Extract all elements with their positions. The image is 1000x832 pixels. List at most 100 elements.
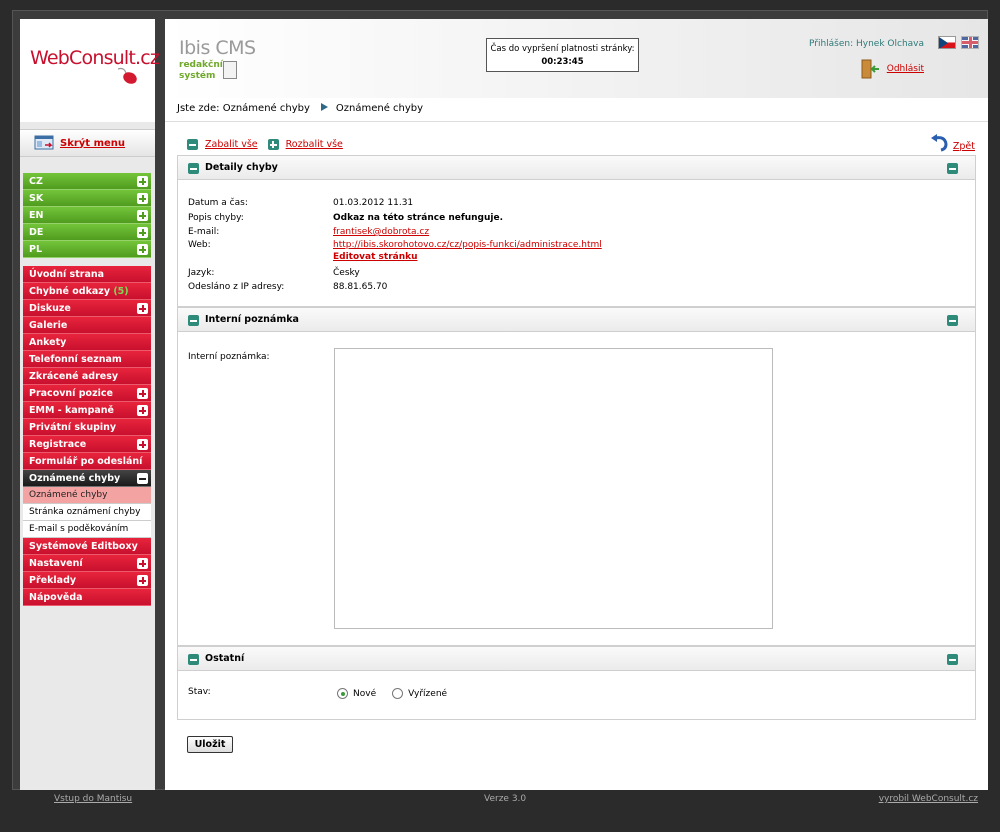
webconsult-logo[interactable]: WebConsult.cz [20,19,160,122]
menu-item-oznamene-chyby[interactable]: Oznámené chyby [23,470,151,487]
menu-item-ankety[interactable]: Ankety [23,334,151,351]
menu-item-preklady[interactable]: Překlady [23,572,151,589]
expand-all-icon[interactable] [267,139,279,150]
expand-all-link[interactable]: Rozbalit vše [286,139,343,150]
panel-note-header[interactable]: Interní poznámka [178,307,975,332]
detail-value: Odkaz na této stránce nefunguje. [333,212,504,223]
top-header: Ibis CMS redakční systém Čas do vypršení… [165,19,988,98]
expand-icon[interactable] [137,558,148,569]
menu-item-emm-kampane[interactable]: EMM - kampaně [23,402,151,419]
mantis-link[interactable]: Vstup do Mantisu [54,794,132,804]
hide-menu-link[interactable]: Skrýt menu [60,138,125,149]
radio-icon[interactable] [337,688,348,699]
radio-icon[interactable] [392,688,404,699]
lang-item-pl[interactable]: PL [23,241,151,258]
detail-value: Česky [333,267,360,278]
logo-web: Web [30,47,70,69]
czech-flag-icon[interactable] [938,36,956,49]
detail-row: E-mail: frantisek@dobrota.cz [188,225,602,240]
menu-label: Galerie [29,320,68,331]
submenu-item-oznamene-chyby[interactable]: Oznámené chyby [23,487,151,504]
collapse-icon[interactable] [188,163,199,174]
hide-menu-row[interactable]: Skrýt menu [20,129,155,157]
lang-item-de[interactable]: DE [23,224,151,241]
expand-icon[interactable] [137,176,148,187]
menu-item-napoveda[interactable]: Nápověda [23,589,151,606]
note-textarea[interactable] [334,348,773,629]
menu-item-galerie[interactable]: Galerie [23,317,151,334]
save-button[interactable]: Uložit [187,736,233,753]
web-link[interactable]: http://ibis.skorohotovo.cz/cz/popis-funk… [333,240,602,251]
submenu-item-stranka-oznameni[interactable]: Stránka oznámení chyby [23,504,151,521]
panel-details-header[interactable]: Detaily chyby [178,155,975,180]
expand-icon[interactable] [137,439,148,450]
menu-item-formular[interactable]: Formulář po odeslání [23,453,151,470]
menu-item-nastaveni[interactable]: Nastavení [23,555,151,572]
status-radio-new[interactable]: Nové [337,688,376,699]
collapse-icon[interactable] [947,315,958,326]
menu-label: Nastavení [29,558,83,569]
expand-icon[interactable] [137,303,148,314]
edit-page-link[interactable]: Editovat stránku [333,251,418,266]
breadcrumb-current: Oznámené chyby [335,103,424,114]
collapse-all-link[interactable]: Zabalit vše [205,139,258,150]
toolbar: Zabalit vše Rozbalit vše [187,139,353,150]
menu-item-zkracene-adresy[interactable]: Zkrácené adresy [23,368,151,385]
language-menu: CZ SK EN DE PL [23,173,151,258]
document-icon [223,61,237,79]
mouse-icon [117,67,137,84]
lang-item-sk[interactable]: SK [23,190,151,207]
menu-label: Ankety [29,337,67,348]
submenu-item-email-podekovani[interactable]: E-mail s poděkováním [23,521,151,538]
menu-label: Nápověda [29,592,83,603]
menu-item-pracovni-pozice[interactable]: Pracovní pozice [23,385,151,402]
panel-note: Interní poznámka Interní poznámka: [177,307,976,646]
expand-icon[interactable] [137,193,148,204]
collapse-icon[interactable] [188,315,199,326]
panel-other-header[interactable]: Ostatní [178,646,975,671]
detail-row: Web: http://ibis.skorohotovo.cz/cz/popis-… [188,240,602,251]
panel-title: Ostatní [205,653,245,664]
lang-item-en[interactable]: EN [23,207,151,224]
expand-icon[interactable] [137,244,148,255]
collapse-all-icon[interactable] [187,139,198,150]
menu-label: Systémové Editboxy [29,541,138,552]
breadcrumb-item[interactable]: Oznámené chyby [223,103,310,114]
expand-icon[interactable] [137,388,148,399]
expand-icon[interactable] [137,227,148,238]
collapse-icon[interactable] [947,163,958,174]
main-menu: Úvodní strana Chybné odkazy (5) Diskuze … [23,266,151,606]
uk-flag-icon[interactable] [961,36,979,49]
collapse-icon[interactable] [188,654,199,665]
main-content: Zabalit vše Rozbalit vše Zpět Detaily ch… [165,122,988,790]
menu-item-registrace[interactable]: Registrace [23,436,151,453]
menu-item-privatni-skupiny[interactable]: Privátní skupiny [23,419,151,436]
radio-label: Nové [353,688,377,699]
logout-door-icon[interactable] [861,59,881,79]
menu-item-uvodni[interactable]: Úvodní strana [23,266,151,283]
email-link[interactable]: frantisek@dobrota.cz [333,225,429,240]
menu-item-systemove-editboxy[interactable]: Systémové Editboxy [23,538,151,555]
breadcrumb: Jste zde: Oznámené chyby Oznámené chyby [165,98,988,122]
collapse-icon[interactable] [947,654,958,665]
panel-title: Detaily chyby [205,162,278,173]
back-link[interactable]: Zpět [953,141,975,152]
menu-count-badge: (5) [113,286,129,297]
menu-label: Telefonní seznam [29,354,122,365]
made-by-link[interactable]: vyrobil WebConsult.cz [879,794,978,804]
back-arrow-icon[interactable] [930,134,950,152]
expand-icon[interactable] [137,405,148,416]
lang-item-cz[interactable]: CZ [23,173,151,190]
details-list: Datum a čas: 01.03.2012 11.31 Popis chyby… [188,196,602,295]
sidebar: WebConsult.cz Skrýt menu CZ SK EN DE PL … [20,19,160,790]
detail-label: Datum a čas: [188,198,248,208]
collapse-icon[interactable] [137,473,148,484]
menu-item-diskuze[interactable]: Diskuze [23,300,151,317]
status-radio-done[interactable]: Vyřízené [392,688,447,699]
expand-icon[interactable] [137,575,148,586]
expand-icon[interactable] [137,210,148,221]
detail-value: 01.03.2012 11.31 [333,198,414,208]
logout-link[interactable]: Odhlásit [887,64,924,74]
menu-item-chybne-odkazy[interactable]: Chybné odkazy (5) [23,283,151,300]
menu-item-telefonni-seznam[interactable]: Telefonní seznam [23,351,151,368]
